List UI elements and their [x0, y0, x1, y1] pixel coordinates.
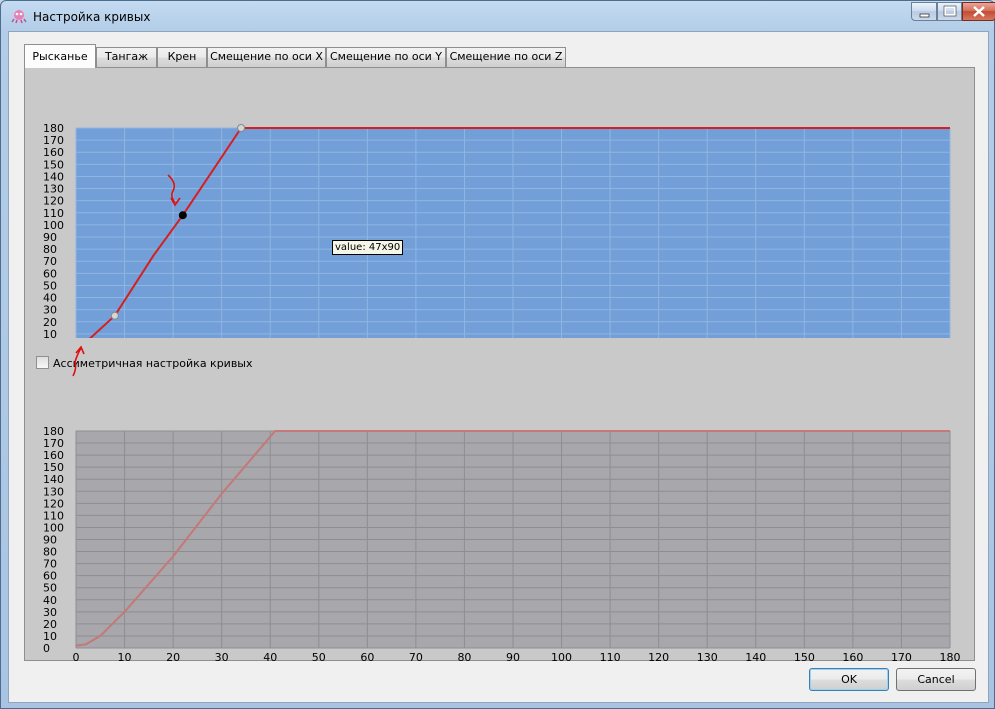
preview-x-tick-label: 10: [118, 651, 132, 662]
cancel-button[interactable]: Cancel: [896, 668, 976, 691]
minimize-icon: [919, 13, 930, 18]
preview-x-tick-label: 120: [648, 651, 669, 662]
tab-offset-y[interactable]: Смещение по оси Y: [326, 47, 446, 67]
minimize-button[interactable]: [911, 2, 937, 21]
preview-x-tick-label: 100: [551, 651, 572, 662]
preview-x-tick-label: 170: [891, 651, 912, 662]
preview-y-tick-label: 50: [43, 582, 57, 595]
tab-pitch[interactable]: Тангаж: [96, 47, 157, 67]
preview-x-tick-label: 70: [409, 651, 423, 662]
preview-y-tick-label: 40: [43, 594, 57, 607]
preview-y-tick-label: 180: [43, 425, 64, 438]
preview-x-tick-label: 110: [600, 651, 621, 662]
window-title: Настройка кривых: [33, 10, 151, 24]
preview-y-tick-label: 140: [43, 473, 64, 486]
preview-x-tick-label: 40: [263, 651, 277, 662]
preview-y-tick-label: 170: [43, 437, 64, 450]
preview-y-tick-label: 150: [43, 461, 64, 474]
preview-x-tick-label: 150: [794, 651, 815, 662]
annotation-arrow-down: [167, 174, 181, 207]
tab-roll[interactable]: Крен: [157, 47, 207, 67]
preview-x-tick-label: 60: [360, 651, 374, 662]
preview-y-tick-label: 10: [43, 630, 57, 643]
curve-preview-chart: 0 10 20 30 40 50 60 70 80 90 100 110 120 130 140 150 160…: [43, 174, 961, 662]
preview-y-tick-label: 70: [43, 558, 57, 571]
preview-y-tick-label: 130: [43, 485, 64, 498]
preview-y-tick-label: 80: [43, 546, 57, 559]
preview-x-tick-label: 130: [697, 651, 718, 662]
preview-x-tick-label: 30: [215, 651, 229, 662]
preview-y-tick-label: 160: [43, 449, 64, 462]
app-icon: [11, 10, 27, 24]
preview-x-tick-label: 80: [457, 651, 471, 662]
tab-yaw[interactable]: Рысканье: [24, 44, 96, 68]
maximize-button[interactable]: [937, 2, 962, 21]
preview-x-tick-label: 50: [312, 651, 326, 662]
close-icon: [973, 6, 985, 17]
annotation-arrow-up: [72, 345, 85, 377]
dialog-client: Рысканье Тангаж Крен Смещение по оси X С…: [8, 31, 989, 703]
preview-y-tick-label: 100: [43, 521, 64, 534]
preview-x-tick-label: 20: [166, 651, 180, 662]
preview-x-tick-label: 160: [842, 651, 863, 662]
close-button[interactable]: [962, 2, 995, 21]
preview-y-tick-label: 30: [43, 606, 57, 619]
ok-button[interactable]: OK: [809, 668, 889, 691]
tab-offset-z[interactable]: Смещение по оси Z: [446, 47, 566, 67]
preview-x-tick-label: 0: [73, 651, 80, 662]
dialog-window: Настройка кривых Рысканье Тангаж Крен См…: [0, 0, 995, 709]
preview-x-tick-label: 90: [506, 651, 520, 662]
preview-y-tick-label: 90: [43, 534, 57, 547]
maximize-icon: [943, 5, 957, 17]
preview-x-tick-label: 140: [745, 651, 766, 662]
preview-y-tick-label: 0: [43, 642, 50, 655]
tab-pane: 0102030405060708090100110120130140150160…: [24, 67, 975, 662]
preview-y-tick-label: 120: [43, 497, 64, 510]
value-tooltip: value: 47x90: [332, 240, 404, 255]
tab-offset-x[interactable]: Смещение по оси X: [207, 47, 326, 67]
preview-y-tick-label: 60: [43, 570, 57, 583]
title-bar[interactable]: Настройка кривых: [1, 1, 995, 31]
preview-x-tick-label: 180: [940, 651, 961, 662]
preview-y-tick-label: 20: [43, 618, 57, 631]
preview-y-tick-label: 110: [43, 509, 64, 522]
